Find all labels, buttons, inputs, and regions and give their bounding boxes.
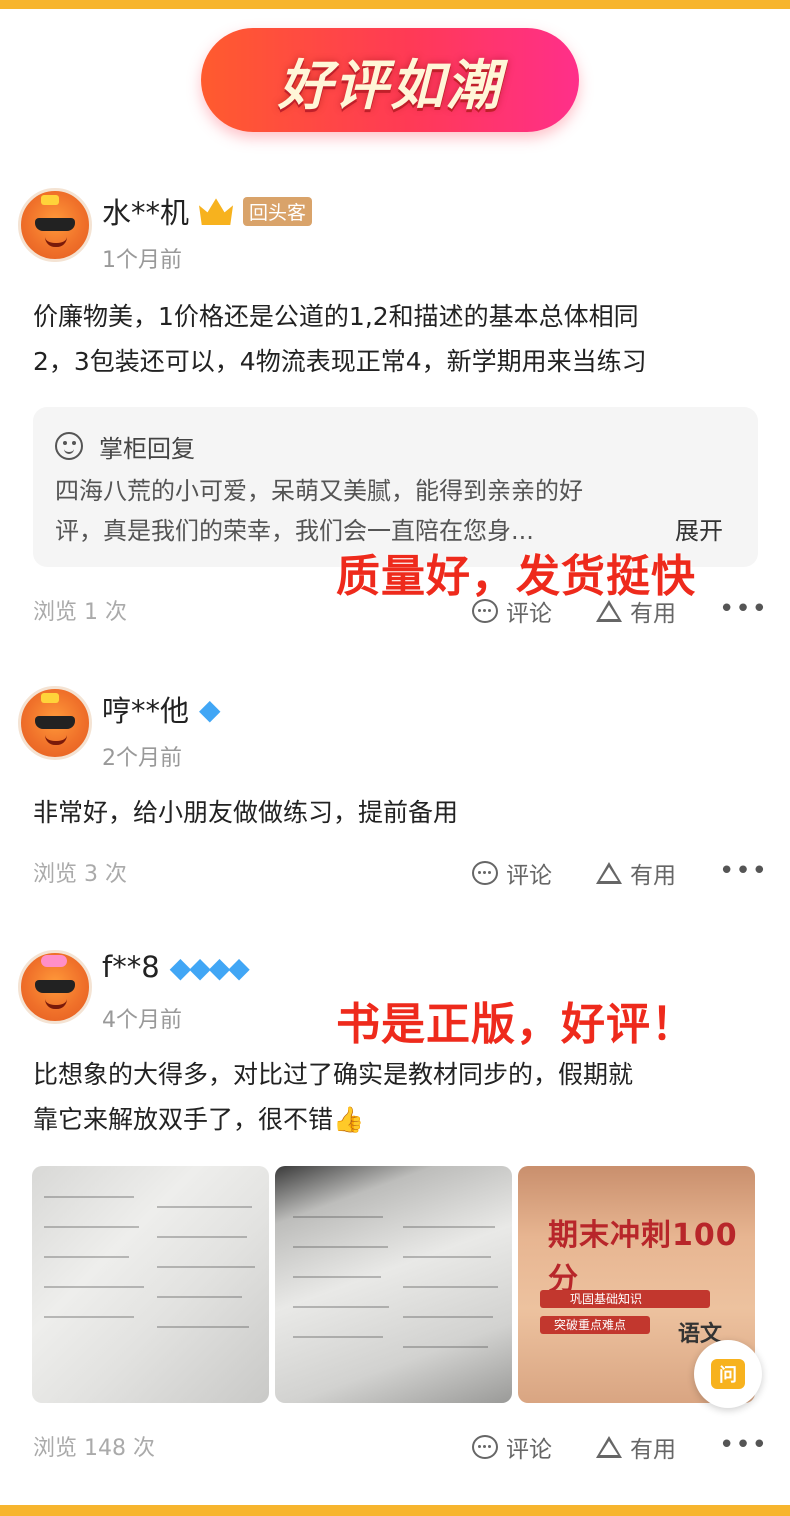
comment-button[interactable]: 评论 [472, 856, 552, 890]
photo-text-line [293, 1276, 381, 1278]
username[interactable]: f**8 [102, 950, 160, 984]
review-time: 1个月前 [102, 248, 182, 273]
returning-customer-badge: 回头客 [243, 196, 313, 226]
sunglasses-icon [35, 218, 75, 231]
mouth-icon [45, 999, 67, 1009]
review-content-line: 比想象的大得多，对比过了确实是教材同步的，假期就 [33, 1060, 634, 1089]
useful-icon [596, 862, 622, 884]
useful-label: 有用 [630, 1437, 676, 1463]
review-content: 价廉物美，1价格还是公道的1,2和描述的基本总体相同 2，3包装还可以，4物流表… [33, 294, 763, 384]
useful-button[interactable]: 有用 [596, 856, 676, 890]
useful-button[interactable]: 有用 [596, 1430, 676, 1464]
photo-text-line [44, 1316, 134, 1318]
comment-icon [472, 1435, 498, 1459]
username-row: 哼**他 ◆ [102, 688, 221, 730]
review-photo-2[interactable] [275, 1166, 512, 1403]
photo-text-line [293, 1216, 383, 1218]
photo-text-line [403, 1346, 488, 1348]
review-content: 非常好，给小朋友做做练习，提前备用 [33, 790, 763, 835]
review-time: 2个月前 [102, 746, 182, 771]
overlay-caption-2: 书是正版，好评！ [336, 999, 696, 1050]
review-time: 4个月前 [102, 1008, 182, 1033]
avatar[interactable] [18, 950, 92, 1024]
photo-text-line [157, 1206, 252, 1208]
photo-text-line [403, 1316, 493, 1318]
username-row: 水**机 回头客 [102, 190, 313, 232]
sunglasses-icon [35, 716, 75, 729]
review-footer: 浏览 148 次 评论 有用 ••• [0, 1430, 790, 1470]
useful-label: 有用 [630, 863, 676, 889]
more-icon[interactable]: ••• [719, 856, 768, 886]
useful-icon [596, 1436, 622, 1458]
reply-text: 四海八荒的小可爱，呆萌又美腻，能得到亲亲的好 评，真是我们的荣幸，我们会一直陪在… [55, 471, 735, 551]
review-photo-1[interactable] [32, 1166, 269, 1403]
photo-text-line [403, 1256, 491, 1258]
photo-text-line [157, 1296, 242, 1298]
review-content-line: 靠它来解放双手了，很不错👍 [33, 1105, 365, 1134]
photo-text-line [293, 1336, 383, 1338]
mouth-icon [45, 237, 67, 247]
avatar[interactable] [18, 686, 92, 760]
view-count: 浏览 148 次 [33, 1436, 155, 1461]
more-icon[interactable]: ••• [719, 594, 768, 624]
photo-text-line [44, 1256, 129, 1258]
bottom-accent-bar [0, 1505, 790, 1516]
diamond-icon: ◆ [199, 692, 221, 726]
photo-text-line [44, 1286, 144, 1288]
ask-icon: 问 [711, 1359, 745, 1389]
photo-text-line [293, 1246, 388, 1248]
photo-text-line [293, 1306, 389, 1308]
username[interactable]: 水**机 [102, 190, 189, 232]
mouth-icon [45, 735, 67, 745]
more-icon[interactable]: ••• [719, 1430, 768, 1460]
username-row: f**8 ◆◆◆◆ [102, 950, 250, 984]
crown-icon [199, 198, 234, 225]
comment-label: 评论 [506, 1437, 552, 1463]
comment-icon [472, 861, 498, 885]
review-content-line: 非常好，给小朋友做做练习，提前备用 [33, 798, 459, 827]
photo-text-line [157, 1266, 255, 1268]
review-footer: 浏览 3 次 评论 有用 ••• [0, 856, 790, 896]
banner: 好评如潮 [201, 28, 579, 132]
photo-text-line [44, 1226, 139, 1228]
photo-text-line [157, 1236, 247, 1238]
book-cover-strip: 巩固基础知识 [540, 1290, 710, 1308]
username[interactable]: 哼**他 [102, 688, 189, 730]
avatar-crown-icon [41, 195, 59, 205]
view-count: 浏览 3 次 [33, 862, 127, 887]
book-cover-strip: 突破重点难点 [540, 1316, 650, 1334]
top-accent-bar [0, 0, 790, 9]
overlay-caption-1: 质量好，发货挺快 [336, 551, 696, 602]
avatar-crown-icon [41, 693, 59, 703]
reply-text-line: 四海八荒的小可爱，呆萌又美腻，能得到亲亲的好 [55, 477, 583, 505]
photo-text-line [403, 1226, 495, 1228]
photo-text-line [44, 1196, 134, 1198]
diamond-icon: ◆◆◆◆ [169, 950, 250, 984]
reply-title: 掌柜回复 [99, 435, 195, 463]
avatar[interactable] [18, 188, 92, 262]
photo-text-line [403, 1286, 498, 1288]
view-count: 浏览 1 次 [33, 600, 127, 625]
comment-button[interactable]: 评论 [472, 1430, 552, 1464]
review-content-line: 2，3包装还可以，4物流表现正常4，新学期用来当练习 [33, 347, 647, 376]
photo-text-line [157, 1326, 249, 1328]
comment-label: 评论 [506, 863, 552, 889]
banner-title: 好评如潮 [278, 53, 502, 117]
review-content-line: 价廉物美，1价格还是公道的1,2和描述的基本总体相同 [33, 302, 639, 331]
ask-button[interactable]: 问 [694, 1340, 762, 1408]
review-content: 比想象的大得多，对比过了确实是教材同步的，假期就 靠它来解放双手了，很不错👍 [33, 1052, 763, 1142]
avatar-bow-icon [41, 955, 67, 967]
sunglasses-icon [35, 980, 75, 993]
shopkeeper-icon [55, 432, 83, 460]
book-cover-title: 期末冲刺100分 [548, 1218, 738, 1297]
